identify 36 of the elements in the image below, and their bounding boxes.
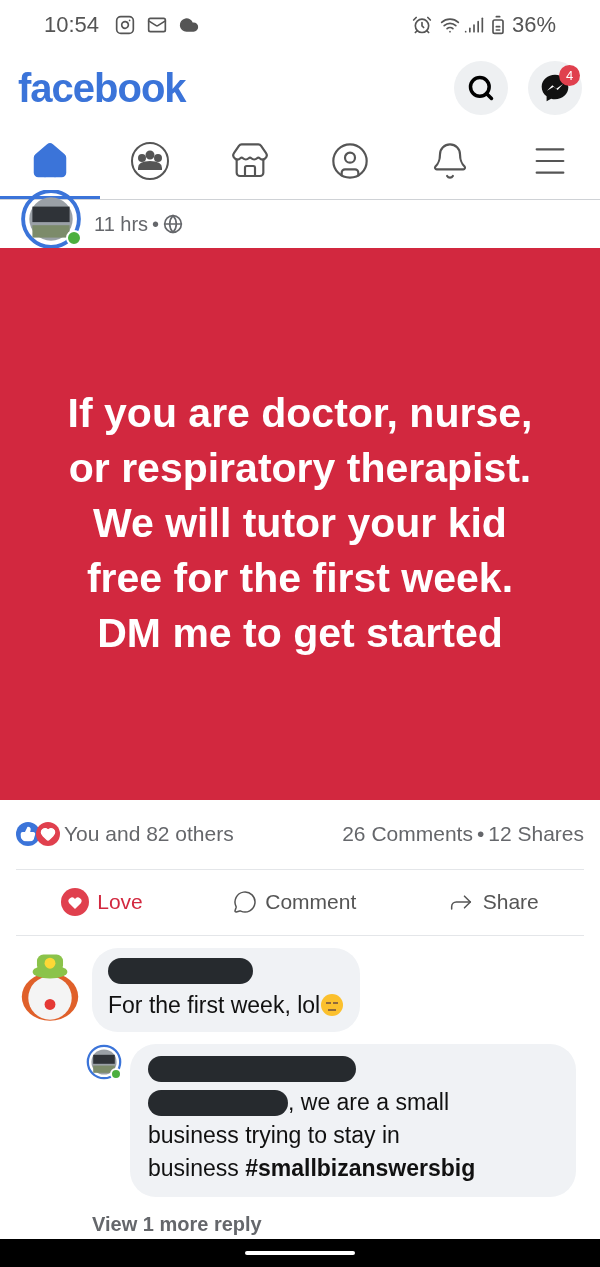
separator-dot: •	[476, 821, 485, 848]
share-count[interactable]: 12 Shares	[488, 818, 584, 850]
profile-icon	[330, 140, 370, 181]
globe-icon	[163, 213, 184, 234]
wifi-icon	[439, 15, 460, 35]
alarm-icon	[411, 15, 432, 35]
separator-dot: •	[152, 211, 160, 237]
search-icon	[467, 73, 495, 102]
battery-level: 36%	[511, 11, 556, 40]
post-time[interactable]: 11 hrs	[94, 208, 149, 239]
avatar[interactable]	[20, 189, 82, 248]
love-reaction-icon	[36, 822, 60, 847]
camera-icon	[115, 15, 136, 35]
emoji-icon	[320, 992, 345, 1017]
avatar[interactable]	[86, 1044, 122, 1080]
comment-count[interactable]: 26 Comments	[342, 818, 473, 850]
reply-text-line: business trying to stay in	[148, 1121, 400, 1150]
groups-icon	[130, 140, 170, 181]
like-reaction-icon	[16, 822, 40, 847]
post-text: If you are doctor, nurse, or respiratory therapist. We will tutor your kid free for the first week. DM me to get started	[66, 389, 534, 659]
mail-icon	[147, 15, 168, 35]
comment-button[interactable]: Comment	[233, 886, 357, 918]
reply-text-line: , we are a small	[288, 1088, 450, 1117]
cloud-icon	[179, 15, 200, 35]
share-button[interactable]: Share	[446, 886, 539, 918]
view-replies-link[interactable]: View 1 more reply	[16, 1209, 584, 1239]
signal-icon	[463, 15, 484, 35]
notification-badge: 4	[559, 64, 580, 86]
comment-text: For the first week, lol	[108, 990, 321, 1020]
clock-time: 10:54	[44, 11, 100, 40]
reaction-count[interactable]: You and 82 others	[64, 818, 234, 850]
messenger-button[interactable]: 4	[528, 60, 582, 115]
reply-text-line: business #smallbizanswersbig	[148, 1154, 476, 1183]
app-logo[interactable]: facebook	[18, 57, 186, 118]
love-button[interactable]: Love	[61, 886, 143, 918]
comment-icon	[233, 890, 258, 914]
